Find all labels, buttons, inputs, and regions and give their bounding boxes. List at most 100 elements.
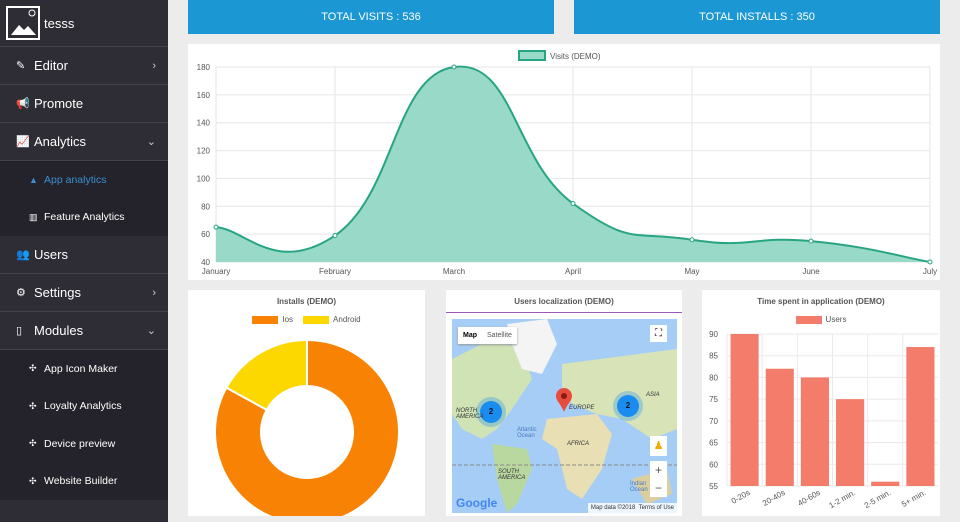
sidebar-item-label: Analytics [34, 134, 87, 149]
sidebar-item-feature-analytics[interactable]: ▥ Feature Analytics [0, 199, 168, 237]
map-data-text: Map data ©2018 [590, 505, 636, 511]
zoom-in-button[interactable]: + [650, 461, 667, 479]
y-tick-label: 80 [709, 373, 718, 382]
submenu: ✣ App Icon Maker ✣ Loyalty Analytics ✣ Device… [0, 350, 168, 500]
data-point [451, 64, 457, 70]
x-tick-label: 1-2 min. [828, 488, 858, 510]
label-africa: AFRICA [567, 441, 590, 447]
map-button[interactable]: Map [458, 327, 482, 344]
sidebar-item-app-analytics[interactable]: ▲ App analytics [0, 161, 168, 199]
sidebar-item-label: Loyalty Analytics [44, 400, 122, 413]
x-tick-label: June [802, 267, 820, 276]
sidebar-item-settings[interactable]: ⚙ Settings › [0, 274, 168, 312]
y-tick-label: 60 [709, 460, 718, 469]
satellite-button[interactable]: Satellite [482, 327, 517, 344]
gears-icon: ⚙ [16, 287, 26, 299]
x-tick-label: January [202, 267, 230, 276]
cluster-marker-asia[interactable]: 2 [617, 395, 639, 417]
map-attribution: Map data ©2018 Terms of Use [587, 503, 677, 513]
map-title: Users localization (DEMO) [514, 297, 614, 306]
x-tick-label: 0-20s [730, 488, 752, 506]
legend-ios: Ios [282, 315, 294, 324]
title-divider [446, 312, 682, 313]
bar-chart-icon: ▥ [29, 211, 38, 222]
sidebar-item-promote[interactable]: 📢 Promote [0, 85, 168, 123]
chevron-icon: ⌄ [146, 136, 156, 148]
sidebar-item-website-builder[interactable]: ✣ Website Builder [0, 463, 168, 501]
sidebar-item-label: Website Builder [44, 475, 118, 488]
x-tick-label: March [443, 267, 465, 276]
x-tick-label: April [565, 267, 581, 276]
y-tick-label: 55 [709, 482, 718, 491]
map-type-control: Map Satellite [458, 327, 517, 344]
data-point [689, 237, 695, 243]
area-chart-icon: ▲ [29, 174, 38, 185]
fullscreen-icon[interactable]: ⛶ [650, 325, 667, 342]
sidebar-item-analytics[interactable]: 📈 Analytics ⌄ [0, 123, 168, 161]
sidebar-item-label: Promote [34, 96, 84, 111]
label-south-america: SOUTH AMERICA [498, 469, 526, 481]
app-name: tesss [44, 15, 75, 31]
legend-visits: Visits (DEMO) [550, 52, 601, 61]
map-card: Users localization (DEMO) Map Satellite … [446, 290, 682, 516]
y-tick-label: 80 [201, 202, 210, 211]
bar-40-60s [800, 377, 829, 486]
bar-0-20s [730, 334, 759, 486]
installs-title: Installs (DEMO) [276, 297, 337, 306]
chevron-icon: › [152, 59, 156, 72]
data-point [332, 233, 338, 239]
sidebar-item-label: Settings [34, 285, 81, 300]
sidebar-item-modules[interactable]: ▯ Modules ⌄ [0, 312, 168, 350]
data-point [927, 259, 933, 265]
puzzle-icon: ✣ [29, 400, 37, 411]
image-placeholder-icon [6, 6, 40, 40]
chevron-icon: ⌄ [146, 325, 156, 337]
sidebar: tesss ✎ Editor › 📢 Promote 📈 Analytics ⌄ ▲ App an… [0, 0, 168, 522]
label-europe: EUROPE [569, 405, 595, 411]
data-point [570, 201, 576, 206]
y-tick-label: 75 [709, 395, 718, 404]
sidebar-item-label: Modules [34, 323, 84, 338]
google-logo: Google [456, 496, 498, 510]
chevron-icon: › [152, 286, 156, 299]
data-point [213, 224, 219, 230]
bar-1-2 min. [836, 399, 865, 486]
visits-chart-card: Visits (DEMO) 40 60 80 100 120 140 160 180 Januar… [188, 44, 940, 280]
sidebar-item-device-preview[interactable]: ✣ Device preview [0, 425, 168, 463]
puzzle-icon: ✣ [29, 438, 37, 449]
megaphone-icon: 📢 [16, 98, 30, 110]
data-point [808, 238, 814, 244]
legend-swatch-android [303, 315, 330, 324]
label-indian: Indian Ocean [630, 481, 648, 493]
x-tick-label: 40-60s [796, 488, 822, 508]
y-tick-label: 90 [709, 330, 718, 339]
x-tick-label: 2-5 min. [863, 488, 893, 510]
sidebar-item-label: Feature Analytics [44, 211, 125, 224]
sidebar-item-users[interactable]: 👥 Users [0, 236, 168, 274]
map-view[interactable]: Map Satellite ⛶ ♟ + − 2 2 NORTH AMERICA … [452, 319, 677, 513]
sidebar-item-editor[interactable]: ✎ Editor › [0, 47, 168, 85]
users-icon: 👥 [16, 249, 30, 261]
sidebar-item-label: App Icon Maker [44, 362, 118, 375]
installs-donut [214, 338, 400, 516]
y-tick-label: 140 [197, 119, 211, 128]
label-asia: ASIA [646, 392, 660, 398]
y-tick-label: 40 [201, 258, 210, 267]
x-tick-label: 5+ min. [900, 488, 927, 509]
x-tick-label: 20-40s [761, 488, 787, 508]
sidebar-item-app-icon-maker[interactable]: ✣ App Icon Maker [0, 350, 168, 388]
y-tick-label: 60 [201, 230, 210, 239]
sidebar-item-label: Users [34, 247, 68, 262]
sidebar-item-loyalty-analytics[interactable]: ✣ Loyalty Analytics [0, 388, 168, 426]
sidebar-item-label: Editor [34, 58, 68, 73]
y-tick-label: 120 [197, 147, 211, 156]
y-tick-label: 160 [197, 91, 211, 100]
total-installs-box: TOTAL INSTALLS : 350 [574, 0, 940, 34]
y-tick-label: 70 [709, 417, 718, 426]
pencil-icon: ✎ [16, 60, 26, 72]
total-visits-box: TOTAL VISITS : 536 [188, 0, 554, 34]
terms-link[interactable]: Terms of Use [639, 505, 674, 511]
pegman-icon[interactable]: ♟ [650, 436, 667, 456]
y-tick-label: 100 [197, 174, 211, 183]
app-logo[interactable]: tesss [0, 0, 168, 47]
